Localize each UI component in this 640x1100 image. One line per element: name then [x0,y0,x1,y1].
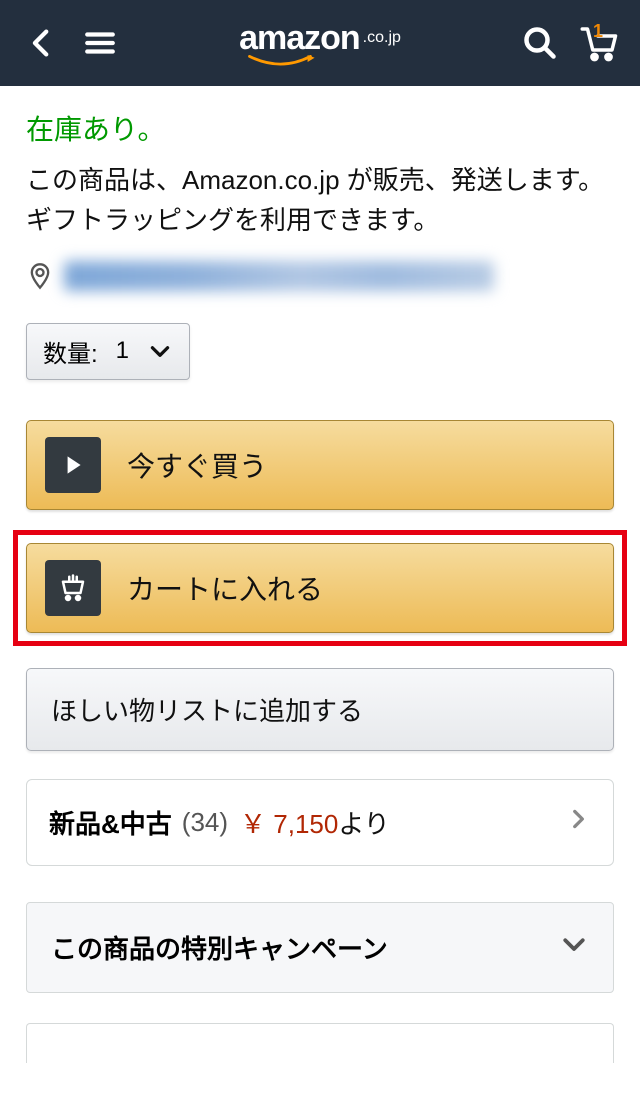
product-buy-section: 在庫あり。 この商品は、Amazon.co.jp が販売、発送します。 ギフトラ… [0,86,640,1063]
cart-count-badge: 1 [593,21,603,42]
buy-now-button[interactable]: 今すぐ買う [26,420,614,510]
amazon-logo[interactable]: amazon .co.jp [134,19,506,67]
chevron-down-icon [147,338,173,364]
delivery-address-row[interactable] [26,261,614,291]
logo-text: amazon [239,19,360,58]
app-header: amazon .co.jp 1 [0,0,640,86]
quantity-selector[interactable]: 数量: 1 [26,323,190,380]
special-campaign-row[interactable]: この商品の特別キャンペーン [26,902,614,993]
menu-button[interactable] [76,19,124,67]
stock-status: 在庫あり。 [26,108,614,148]
add-to-wishlist-button[interactable]: ほしい物リストに追加する [26,668,614,751]
offers-count: (34) [182,807,228,838]
play-icon [45,437,101,493]
delivery-address-redacted [64,261,494,291]
cart-add-icon [45,560,101,616]
back-button[interactable] [18,19,66,67]
offers-suffix: より [338,804,389,841]
buy-now-label: 今すぐ買う [127,445,267,485]
other-offers-row[interactable]: 新品&中古 (34) ￥ 7,150 より [26,779,614,866]
chevron-down-icon [559,929,589,966]
quantity-value: 1 [116,337,129,365]
add-to-cart-button[interactable]: カートに入れる [26,543,614,633]
cart-button[interactable]: 1 [574,19,622,67]
smile-icon [236,55,326,69]
logo-suffix: .co.jp [363,29,401,47]
seller-info-text: この商品は、Amazon.co.jp が販売、発送します。 ギフトラッピングを利… [26,160,614,241]
add-to-cart-highlight: カートに入れる [13,530,627,646]
add-to-cart-label: カートに入れる [127,568,323,608]
search-button[interactable] [516,19,564,67]
wishlist-label: ほしい物リストに追加する [51,696,363,726]
campaign-title: この商品の特別キャンペーン [51,929,388,966]
chevron-right-icon [565,806,591,839]
offers-price: ￥ 7,150 [240,804,338,841]
location-pin-icon [26,262,54,290]
quantity-label: 数量: [43,334,98,369]
offers-label: 新品&中古 [49,804,172,841]
next-section-cutoff[interactable] [26,1023,614,1063]
